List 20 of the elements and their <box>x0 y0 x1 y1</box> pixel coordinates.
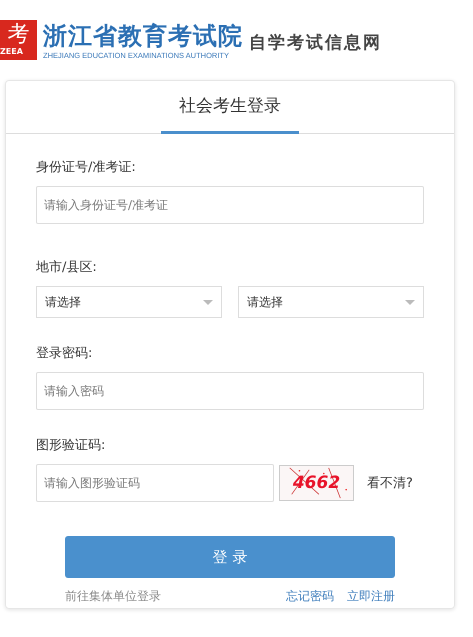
field-label: 登录密码: <box>36 345 94 362</box>
refresh-link[interactable]: 看不清? <box>367 474 413 492</box>
select-dropdown[interactable]: 请选择 <box>238 286 424 318</box>
logo-icon: 考 ZEEA <box>0 20 37 60</box>
text-link[interactable]: 忘记密码 <box>286 588 334 605</box>
field-label: 身份证号/准考证: <box>36 159 137 176</box>
input-field[interactable]: 请输入身份证号/准考证 <box>36 186 424 224</box>
field-label: 图形验证码: <box>36 437 106 454</box>
caret-icon <box>203 300 213 304</box>
select-dropdown[interactable]: 请选择 <box>36 286 222 318</box>
site-name: 自学考试信息网 <box>249 32 382 54</box>
login-tab[interactable]: 社会考生登录 <box>161 81 299 134</box>
site-title: 浙江省教育考试院 <box>43 21 243 51</box>
input-field[interactable]: 请输入密码 <box>36 372 424 410</box>
caret-icon <box>405 300 415 304</box>
text-link[interactable]: 立即注册 <box>347 588 395 605</box>
field-label: 地市/县区: <box>36 259 98 276</box>
input-field[interactable]: 请输入图形验证码 <box>36 464 274 502</box>
group-login-link[interactable]: 前往集体单位登录 <box>65 588 161 605</box>
login-button[interactable]: 登 录 <box>65 536 395 578</box>
